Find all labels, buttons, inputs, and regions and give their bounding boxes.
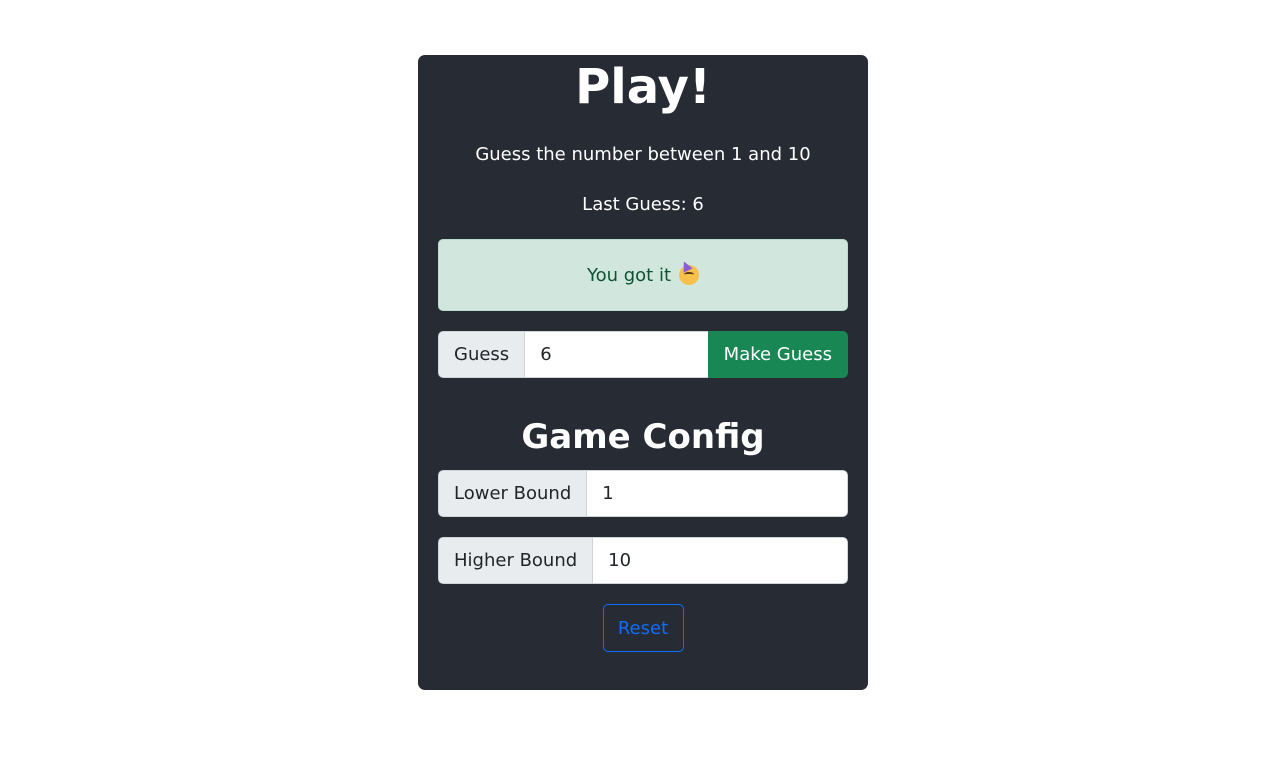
higher-bound-label: Higher Bound [438,537,593,584]
reset-container: Reset [438,604,848,652]
success-alert: You got it [438,239,848,311]
make-guess-button[interactable]: Make Guess [707,331,848,378]
config-title: Game Config [521,417,765,457]
lower-bound-input[interactable] [586,470,848,517]
guess-input-group: Guess Make Guess [438,331,848,378]
lower-bound-label: Lower Bound [438,470,587,517]
higher-bound-group: Higher Bound [438,537,848,584]
game-instructions: Guess the number between 1 and 10 [475,144,811,165]
lower-bound-group: Lower Bound [438,470,848,517]
party-face-icon [679,265,700,285]
guess-input[interactable] [524,331,708,378]
higher-bound-input[interactable] [592,537,848,584]
page-title: Play! [575,59,711,115]
game-card: Play! Guess the number between 1 and 10 … [418,55,868,690]
guess-label: Guess [438,331,525,378]
reset-button[interactable]: Reset [602,604,684,652]
last-guess-text: Last Guess: 6 [582,194,704,215]
alert-text: You got it [586,264,672,286]
